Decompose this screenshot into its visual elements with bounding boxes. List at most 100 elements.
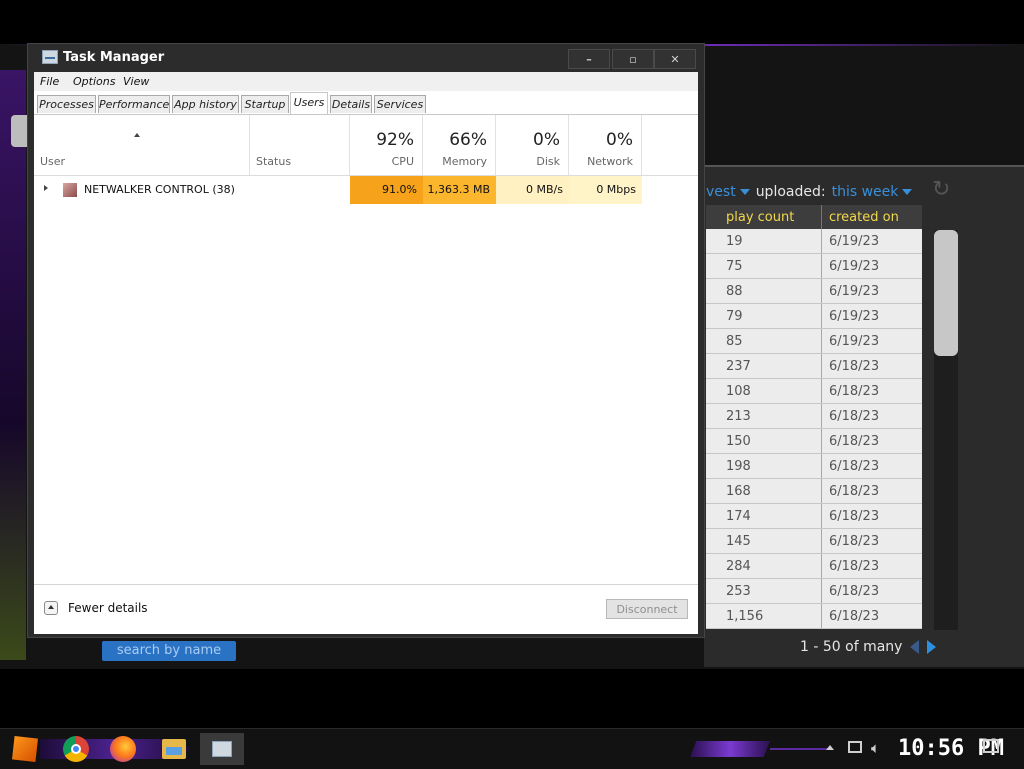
- table-row[interactable]: 253 6/18/23: [706, 578, 922, 604]
- table-row[interactable]: 145 6/18/23: [706, 528, 922, 554]
- created-on-cell: 6/19/23: [821, 303, 922, 329]
- tab-app-history[interactable]: App history: [172, 95, 239, 113]
- user-cpu-value: 91.0%: [350, 176, 423, 204]
- task-manager-icon[interactable]: [200, 733, 244, 765]
- column-header-disk[interactable]: 0% Disk: [496, 115, 569, 175]
- taskbar-decoration-line: [770, 748, 830, 750]
- play-count-cell: 85: [706, 328, 822, 354]
- created-on-cell: 6/18/23: [821, 553, 922, 579]
- network-icon[interactable]: [848, 741, 862, 753]
- table-row[interactable]: 168 6/18/23: [706, 478, 922, 504]
- column-headers: User Status 92% CPU 66% Memory 0% Disk 0…: [34, 115, 698, 176]
- created-on-cell: 6/18/23: [821, 603, 922, 629]
- table-row[interactable]: 198 6/18/23: [706, 453, 922, 479]
- title-bar[interactable]: Task Manager – ▫ ✕: [28, 44, 704, 72]
- table-row[interactable]: 174 6/18/23: [706, 503, 922, 529]
- maximize-button[interactable]: ▫: [612, 49, 654, 69]
- tab-processes[interactable]: Processes: [37, 95, 96, 113]
- table-row[interactable]: 75 6/19/23: [706, 253, 922, 279]
- start-icon[interactable]: [12, 736, 38, 762]
- sort-ascending-icon: [134, 133, 140, 137]
- task-manager-window: Task Manager – ▫ ✕ File Options View Pro…: [27, 43, 705, 638]
- volume-icon[interactable]: 🔈︎: [871, 740, 880, 756]
- column-header-memory[interactable]: 66% Memory: [423, 115, 496, 175]
- menu-file[interactable]: File: [40, 75, 59, 88]
- play-count-cell: 88: [706, 278, 822, 304]
- disconnect-button[interactable]: Disconnect: [606, 599, 688, 619]
- menu-view[interactable]: View: [123, 75, 149, 88]
- background-filter-bar: vest uploaded: this week: [706, 183, 913, 201]
- table-row[interactable]: 284 6/18/23: [706, 553, 922, 579]
- play-count-cell: 150: [706, 428, 822, 454]
- next-page-icon[interactable]: [927, 640, 937, 654]
- menu-options[interactable]: Options: [73, 75, 115, 88]
- column-label-network: Network: [587, 155, 633, 168]
- show-hidden-icons-icon[interactable]: [826, 745, 834, 750]
- menu-bar: File Options View: [34, 72, 698, 91]
- play-count-cell: 145: [706, 528, 822, 554]
- column-label-cpu: CPU: [391, 155, 414, 168]
- network-total-percent: 0%: [606, 130, 633, 150]
- uploaded-dropdown[interactable]: this week: [832, 184, 913, 200]
- search-by-name-button[interactable]: search by name: [102, 641, 236, 661]
- column-header-user[interactable]: User: [34, 115, 250, 175]
- column-header-status[interactable]: Status: [250, 115, 350, 175]
- column-label-user: User: [40, 155, 66, 168]
- table-row[interactable]: 1,156 6/18/23: [706, 603, 922, 629]
- play-count-cell: 284: [706, 553, 822, 579]
- collapse-details-icon[interactable]: [44, 601, 58, 615]
- user-name: NETWALKER CONTROL (38): [84, 183, 235, 196]
- task-manager-app-icon: [42, 50, 58, 64]
- created-on-cell: 6/18/23: [821, 378, 922, 404]
- user-row[interactable]: NETWALKER CONTROL (38) 91.0% 1,363.3 MB …: [34, 176, 698, 204]
- previous-page-icon[interactable]: [910, 640, 920, 654]
- table-row[interactable]: 237 6/18/23: [706, 353, 922, 379]
- refresh-icon[interactable]: ↻: [932, 178, 956, 202]
- table-row[interactable]: 213 6/18/23: [706, 403, 922, 429]
- play-count-cell: 108: [706, 378, 822, 404]
- created-on-cell: 6/19/23: [821, 253, 922, 279]
- play-count-cell: 213: [706, 403, 822, 429]
- column-header-cpu[interactable]: 92% CPU: [350, 115, 423, 175]
- tab-performance[interactable]: Performance: [98, 95, 170, 113]
- column-label-status: Status: [256, 155, 292, 168]
- background-scrollbar-thumb[interactable]: [934, 230, 958, 356]
- minimize-button[interactable]: –: [568, 49, 610, 69]
- play-count-cell: 174: [706, 503, 822, 529]
- chrome-icon[interactable]: [63, 736, 89, 762]
- close-button[interactable]: ✕: [654, 49, 696, 69]
- user-disk-value: 0 MB/s: [496, 176, 569, 204]
- created-on-cell: 6/19/23: [821, 229, 922, 254]
- notifications-icon[interactable]: [983, 739, 999, 753]
- pagination-label: 1 - 50 of many: [800, 639, 903, 655]
- created-on-cell: 6/18/23: [821, 528, 922, 554]
- play-count-cell: 168: [706, 478, 822, 504]
- tab-services[interactable]: Services: [374, 95, 426, 113]
- tab-details[interactable]: Details: [330, 95, 372, 113]
- pagination: 1 - 50 of many: [800, 639, 937, 655]
- table-row[interactable]: 108 6/18/23: [706, 378, 922, 404]
- tab-users[interactable]: Users: [290, 92, 328, 114]
- table-row[interactable]: 19 6/19/23: [706, 229, 922, 254]
- play-count-cell: 79: [706, 303, 822, 329]
- column-header-play-count[interactable]: play count: [706, 205, 822, 229]
- play-count-cell: 253: [706, 578, 822, 604]
- column-header-created-on[interactable]: created on: [821, 205, 922, 229]
- memory-total-percent: 66%: [449, 130, 487, 150]
- firefox-icon[interactable]: [110, 736, 136, 762]
- table-row[interactable]: 85 6/19/23: [706, 328, 922, 354]
- table-row[interactable]: 150 6/18/23: [706, 428, 922, 454]
- expand-chevron-icon[interactable]: [44, 185, 48, 191]
- table-row[interactable]: 88 6/19/23: [706, 278, 922, 304]
- background-results-table: play count created on 19 6/19/23 75 6/19/23…: [706, 205, 922, 629]
- footer-bar: Fewer details Disconnect: [34, 584, 698, 634]
- table-row[interactable]: 79 6/19/23: [706, 303, 922, 329]
- file-explorer-icon[interactable]: [162, 739, 186, 759]
- tab-startup[interactable]: Startup: [241, 95, 289, 113]
- uploaded-label: uploaded:: [755, 184, 826, 200]
- fewer-details-link[interactable]: Fewer details: [68, 601, 148, 615]
- sort-dropdown[interactable]: vest: [706, 184, 750, 200]
- column-header-network[interactable]: 0% Network: [569, 115, 642, 175]
- tab-bar: Processes Performance App history Startu…: [34, 91, 698, 115]
- window-title: Task Manager: [63, 50, 165, 65]
